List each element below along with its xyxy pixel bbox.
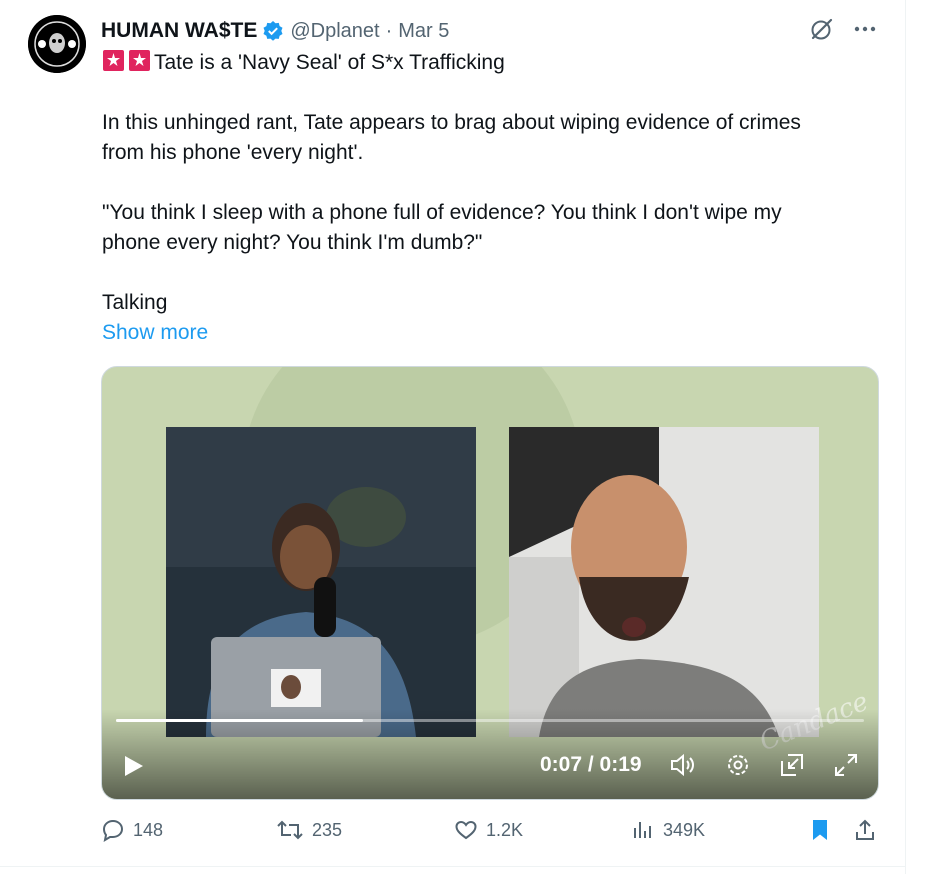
repost-button[interactable]: 235 <box>276 818 342 842</box>
tweet[interactable]: HUMAN WA$TE @Dplanet · Mar 5 Tate is a '… <box>0 0 906 874</box>
bookmark-button[interactable] <box>808 818 832 842</box>
share-button[interactable] <box>853 818 877 842</box>
bookmark-icon <box>808 818 832 842</box>
settings-gear-icon[interactable] <box>724 751 752 784</box>
tweet-text-line: from his phone 'every night'. <box>102 141 364 164</box>
repost-icon <box>276 818 304 842</box>
video-progress-fill <box>116 719 363 722</box>
picture-in-picture-icon[interactable] <box>778 751 806 784</box>
separator-dot: · <box>385 19 393 42</box>
tweet-top-actions <box>809 16 877 42</box>
tweet-text-line: In this unhinged rant, Tate appears to b… <box>102 111 801 134</box>
controls-overlay <box>102 709 878 799</box>
video-right-panel <box>509 427 819 737</box>
like-count: 1.2K <box>486 819 524 840</box>
avatar[interactable] <box>28 15 86 73</box>
author-name[interactable]: HUMAN WA$TE <box>101 19 257 43</box>
reply-count: 148 <box>133 819 164 840</box>
views-button[interactable]: 349K <box>631 818 705 842</box>
divider <box>0 866 905 867</box>
grok-icon[interactable] <box>809 16 835 42</box>
volume-icon[interactable] <box>668 751 696 784</box>
video-player[interactable]: Candace 0:07 / 0:19 <box>101 366 879 800</box>
like-button[interactable]: 1.2K <box>454 818 523 842</box>
show-more-link[interactable]: Show more <box>102 318 208 348</box>
verified-badge-icon <box>262 20 284 42</box>
fullscreen-icon[interactable] <box>832 751 860 784</box>
repost-count: 235 <box>312 819 343 840</box>
tweet-text-line: "You think I sleep with a phone full of … <box>102 201 782 224</box>
reply-button[interactable]: 148 <box>101 818 163 842</box>
views-chart-icon <box>631 818 655 842</box>
video-progress-bar[interactable] <box>116 719 864 722</box>
views-count: 349K <box>663 819 706 840</box>
more-options-icon[interactable] <box>853 17 877 41</box>
heart-icon <box>454 818 478 842</box>
video-time: 0:07 / 0:19 <box>540 753 642 776</box>
tweet-text-line: Tate is a 'Navy Seal' of S*x Trafficking <box>102 48 892 78</box>
share-icon <box>853 818 877 842</box>
tweet-headline: Tate is a 'Navy Seal' of S*x Trafficking <box>154 51 505 74</box>
play-button[interactable] <box>120 753 146 784</box>
tweet-header: HUMAN WA$TE @Dplanet · Mar 5 <box>101 16 449 46</box>
tweet-action-bar: 148 235 1.2K 349K <box>101 818 881 848</box>
siren-emoji-icon <box>128 49 151 72</box>
author-handle[interactable]: @Dplanet <box>290 20 379 43</box>
tweet-text-line: phone every night? You think I'm dumb?" <box>102 231 483 254</box>
siren-emoji-icon <box>102 49 125 72</box>
tweet-date[interactable]: Mar 5 <box>398 20 449 43</box>
tweet-text-line: Talking <box>102 291 168 314</box>
video-left-panel <box>166 427 476 737</box>
reply-icon <box>101 818 125 842</box>
